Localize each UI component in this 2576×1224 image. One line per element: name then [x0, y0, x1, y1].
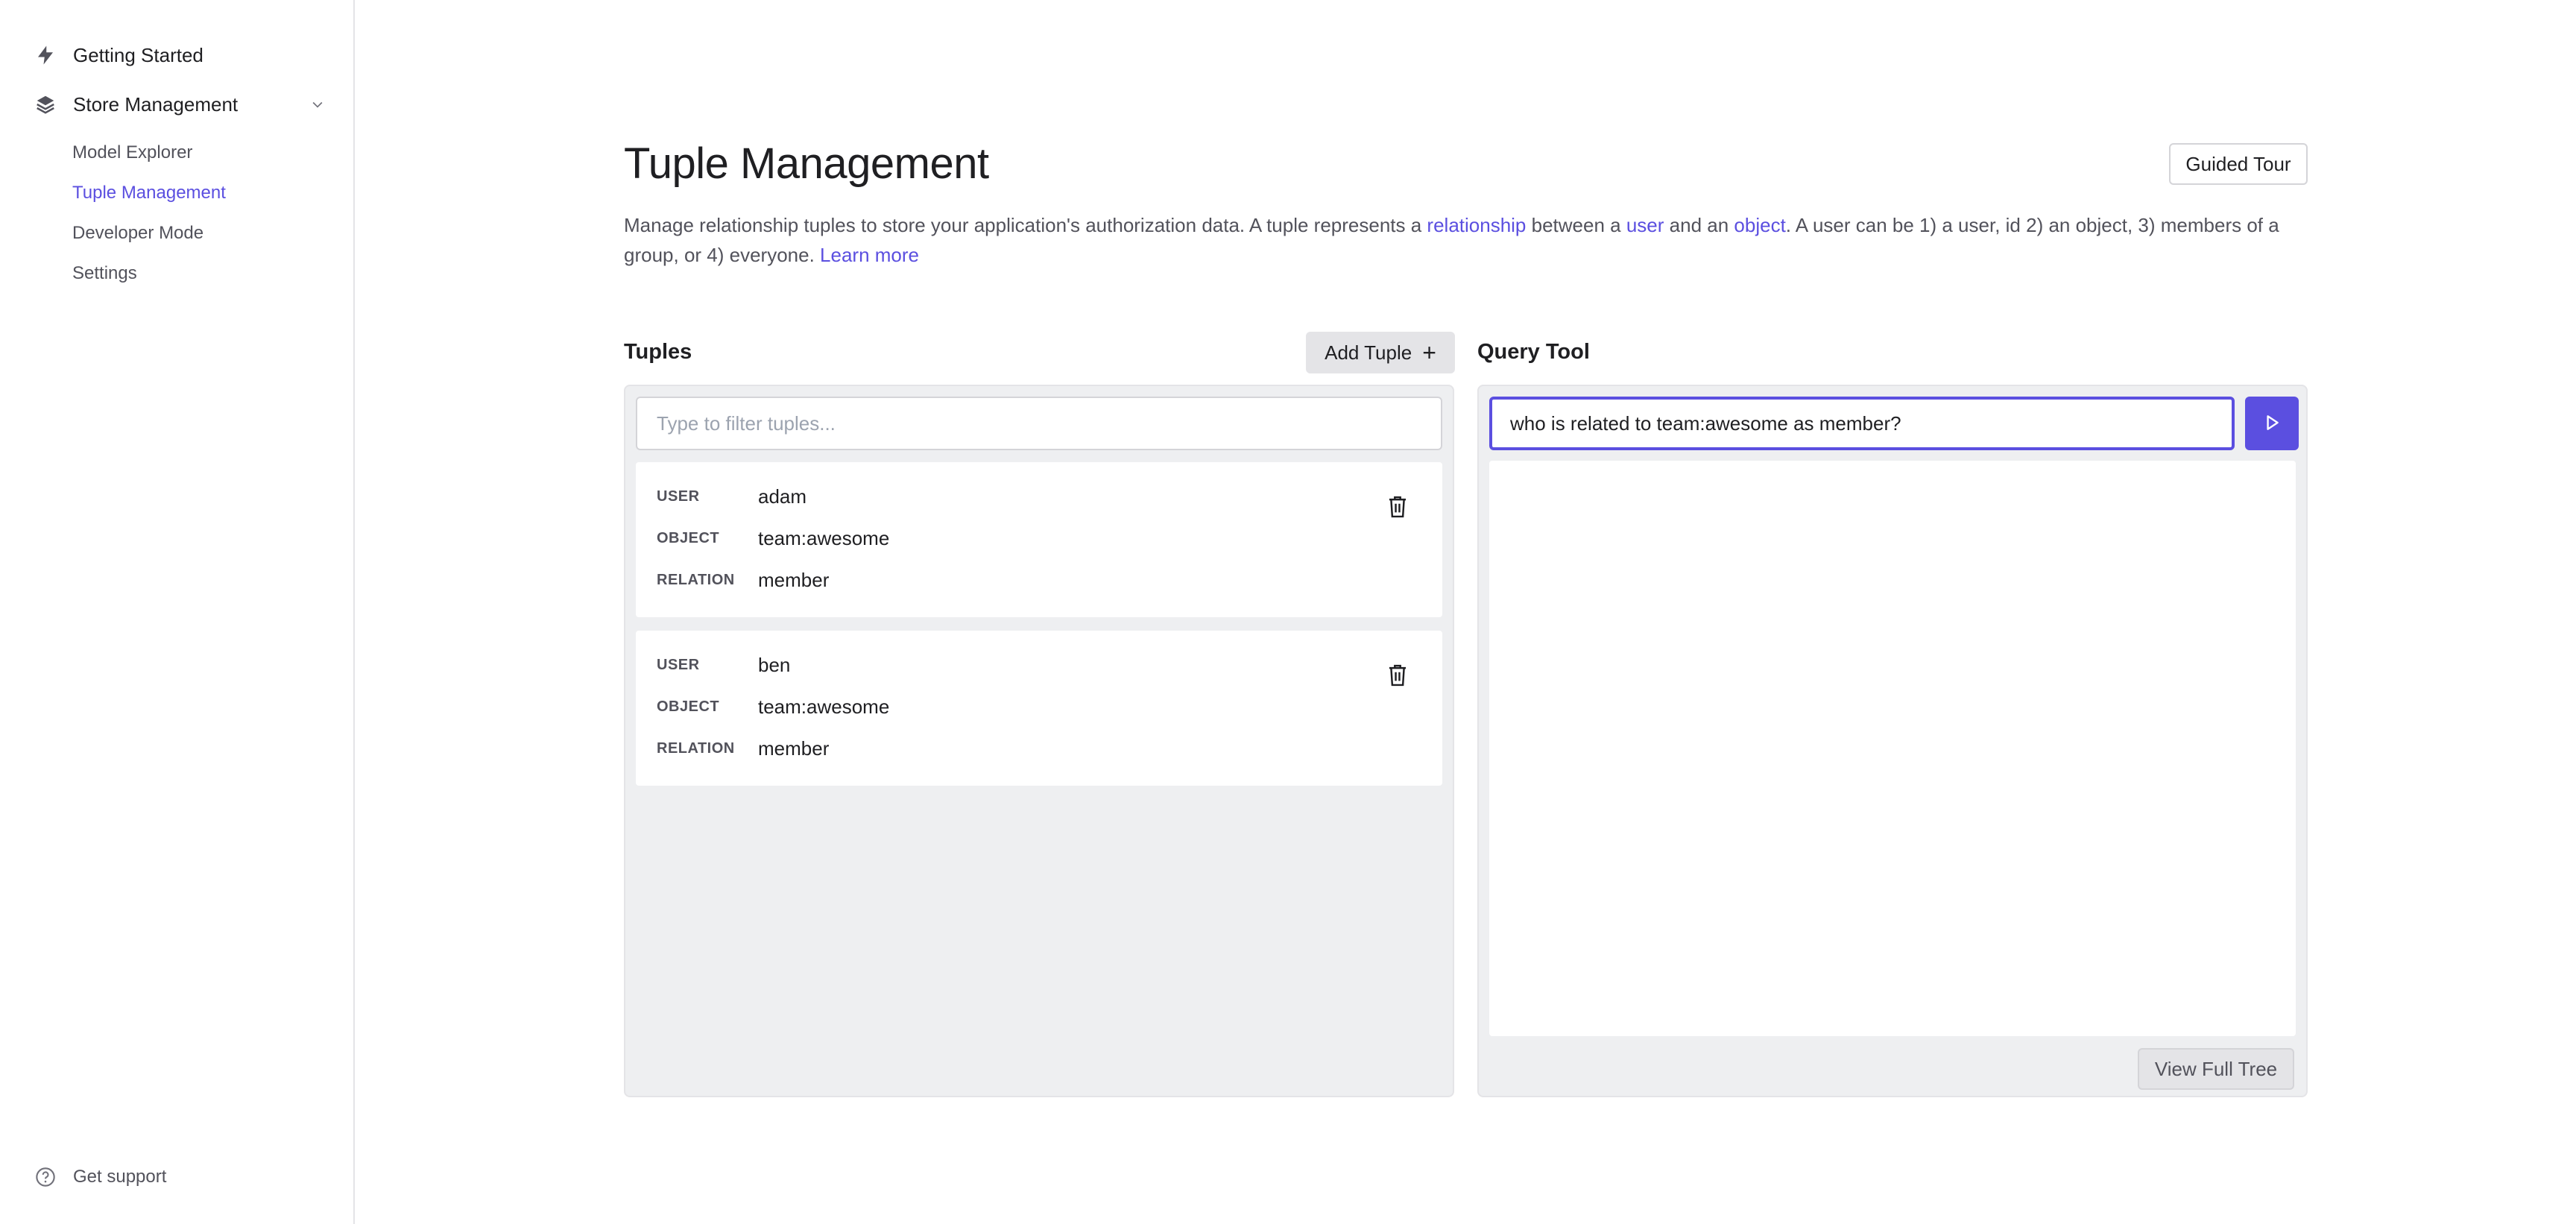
learn-more-link[interactable]: Learn more — [820, 244, 919, 266]
tuple-value: member — [758, 568, 830, 591]
sidebar-subitem-tuple-management[interactable]: Tuple Management — [72, 173, 328, 213]
view-full-tree-button[interactable]: View Full Tree — [2138, 1048, 2294, 1090]
tuple-value: ben — [758, 653, 791, 676]
add-tuple-label: Add Tuple — [1325, 341, 1412, 364]
tuple-value: member — [758, 736, 830, 760]
sidebar-item-store-management[interactable]: Store Management — [33, 86, 328, 122]
tuple-key: OBJECT — [657, 529, 720, 546]
support-label: Get support — [73, 1167, 167, 1187]
tuple-card: USER ben OBJECT team:awesome RELATION me… — [636, 631, 1442, 786]
plus-icon: + — [1422, 339, 1436, 366]
tuple-row-relation: RELATION member — [657, 734, 829, 763]
query-tool-panel: View Full Tree — [1477, 385, 2308, 1097]
user-link[interactable]: user — [1626, 214, 1664, 236]
tuple-row-user: USER adam — [657, 482, 806, 511]
tuples-panel: USER adam OBJECT team:awesome RELATION m… — [624, 385, 1454, 1097]
delete-tuple-trash-icon[interactable] — [1383, 660, 1412, 690]
tuple-key: USER — [657, 488, 700, 505]
page-title: Tuple Management — [624, 139, 989, 188]
sidebar-subitem-model-explorer[interactable]: Model Explorer — [72, 133, 328, 173]
add-tuple-button[interactable]: Add Tuple + — [1306, 332, 1455, 373]
sidebar-subitem-settings[interactable]: Settings — [72, 253, 328, 294]
tuple-row-object: OBJECT team:awesome — [657, 523, 889, 553]
run-query-button[interactable] — [2245, 397, 2299, 450]
sidebar-nav: Getting Started Store Management Model E… — [33, 37, 328, 294]
tuple-key: RELATION — [657, 739, 735, 757]
help-circle-icon — [33, 1164, 58, 1190]
tuple-value: adam — [758, 485, 807, 508]
chevron-down-icon[interactable] — [307, 94, 328, 115]
store-management-submenu: Model Explorer Tuple Management Develope… — [72, 133, 328, 294]
tuple-card: USER adam OBJECT team:awesome RELATION m… — [636, 462, 1442, 617]
sidebar-item-label: Store Management — [73, 92, 239, 116]
query-input[interactable] — [1489, 397, 2235, 450]
page-description: Manage relationship tuples to store your… — [624, 210, 2316, 270]
sidebar-subitem-developer-mode[interactable]: Developer Mode — [72, 213, 328, 253]
lightning-icon — [33, 42, 58, 68]
description-text: and an — [1664, 214, 1734, 236]
delete-tuple-trash-icon[interactable] — [1383, 492, 1412, 522]
tuple-filter-input[interactable] — [636, 397, 1442, 450]
guided-tour-button[interactable]: Guided Tour — [2169, 143, 2308, 185]
description-text: Manage relationship tuples to store your… — [624, 214, 1427, 236]
play-icon — [2262, 413, 2282, 435]
tuple-key: OBJECT — [657, 698, 720, 715]
query-tool-title: Query Tool — [1477, 340, 1590, 364]
tuple-key: RELATION — [657, 571, 735, 588]
relationship-link[interactable]: relationship — [1427, 214, 1526, 236]
query-result-area — [1489, 461, 2296, 1036]
tuple-value: team:awesome — [758, 695, 890, 718]
tuples-title: Tuples — [624, 340, 692, 364]
sidebar: Getting Started Store Management Model E… — [0, 0, 355, 1224]
tuple-key: USER — [657, 656, 700, 673]
get-support-link[interactable]: Get support — [33, 1164, 166, 1190]
object-link[interactable]: object — [1734, 214, 1785, 236]
tuple-row-user: USER ben — [657, 650, 790, 680]
description-text: between a — [1526, 214, 1626, 236]
tuple-value: team:awesome — [758, 526, 890, 549]
tuple-row-relation: RELATION member — [657, 565, 829, 595]
main-content: Tuple Management Guided Tour Manage rela… — [355, 0, 2576, 1224]
stack-icon — [33, 92, 58, 117]
tuple-row-object: OBJECT team:awesome — [657, 692, 889, 722]
sidebar-item-getting-started[interactable]: Getting Started — [33, 37, 328, 73]
sidebar-item-label: Getting Started — [73, 43, 203, 66]
app-window: Getting Started Store Management Model E… — [0, 0, 2576, 1224]
